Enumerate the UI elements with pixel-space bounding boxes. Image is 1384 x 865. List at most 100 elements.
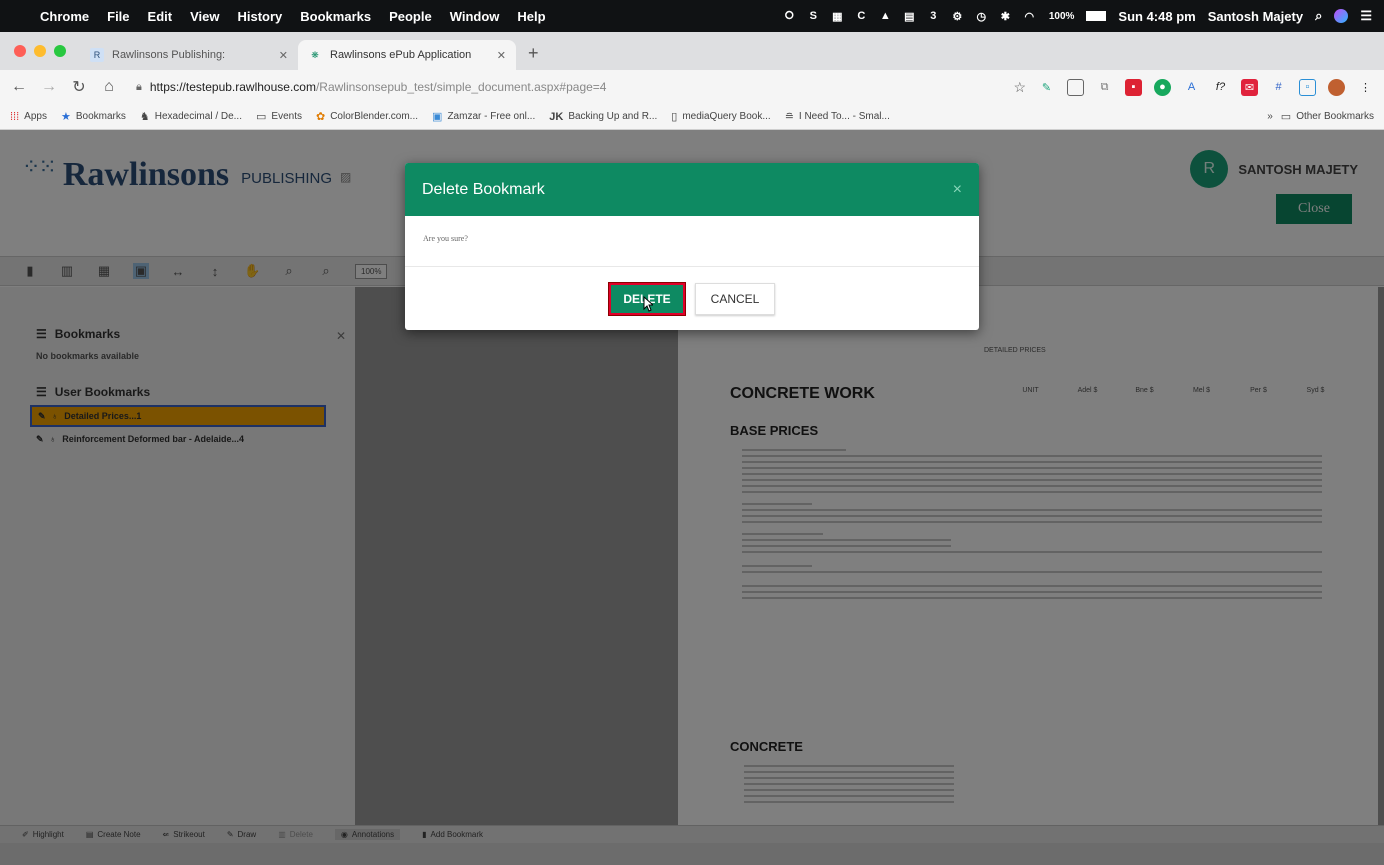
bookmark-label: Hexadecimal / De... bbox=[154, 111, 242, 122]
extension-paint-icon[interactable]: ✎ bbox=[1038, 79, 1055, 96]
bookmark-hexadecimal[interactable]: ♞ Hexadecimal / De... bbox=[140, 110, 242, 123]
browser-address-bar: ← → ↻ ⌂ 🔒︎ https://testepub.rawlhouse.co… bbox=[0, 70, 1384, 104]
url-input[interactable]: 🔒︎ https://testepub.rawlhouse.com/Rawlin… bbox=[130, 74, 1026, 100]
status-a-icon[interactable]: ▲ bbox=[878, 9, 893, 24]
menu-people[interactable]: People bbox=[389, 9, 432, 24]
bookmark-bookmarks[interactable]: ★ Bookmarks bbox=[61, 110, 126, 123]
bookmark-label: ColorBlender.com... bbox=[330, 111, 419, 122]
bookmark-label: Events bbox=[271, 111, 302, 122]
bookmark-events[interactable]: ▭ Events bbox=[256, 110, 302, 123]
menu-bookmarks[interactable]: Bookmarks bbox=[300, 9, 371, 24]
dialog-header: Delete Bookmark × bbox=[405, 163, 979, 216]
bookmark-star-icon[interactable]: ☆ bbox=[1013, 79, 1026, 96]
folder-icon: ▭ bbox=[1280, 111, 1292, 123]
url-path: /Rawlinsonsepub_test/simple_document.asp… bbox=[315, 80, 607, 94]
home-icon[interactable]: ⌂ bbox=[100, 78, 118, 96]
chrome-menu-icon[interactable]: ⋮ bbox=[1357, 79, 1374, 96]
time-machine-icon[interactable]: ◷ bbox=[974, 9, 989, 24]
apps-grid-icon: ⁞⁞⁞ bbox=[10, 110, 20, 123]
tab-rawlinsons-publishing[interactable]: R Rawlinsons Publishing: ✕ bbox=[80, 40, 298, 70]
site-icon: ≘ bbox=[784, 111, 794, 123]
tab-label: Rawlinsons Publishing: bbox=[112, 49, 226, 61]
reload-icon[interactable]: ↻ bbox=[70, 77, 88, 97]
tab-rawlinsons-epub[interactable]: ❋ Rawlinsons ePub Application ✕ bbox=[298, 40, 516, 70]
bookmark-colorblender[interactable]: ✿ ColorBlender.com... bbox=[316, 110, 418, 123]
dialog-close-icon[interactable]: × bbox=[953, 181, 962, 199]
minimize-window-button[interactable] bbox=[34, 45, 46, 57]
status-circle-icon[interactable]: ⭘ bbox=[782, 9, 797, 24]
extension-icons: ✎ ⧉ ▪ ● A f? ✉ # ▫ ⋮ bbox=[1038, 78, 1374, 96]
bookmark-i-need-to[interactable]: ≘ I Need To... - Smal... bbox=[785, 110, 890, 123]
bookmark-backing-up[interactable]: JK Backing Up and R... bbox=[549, 111, 657, 123]
zoom-window-button[interactable] bbox=[54, 45, 66, 57]
window-controls bbox=[0, 45, 80, 70]
battery-percent[interactable]: 100% bbox=[1049, 11, 1075, 22]
menu-help[interactable]: Help bbox=[517, 9, 545, 24]
extension-pdf-icon[interactable]: ✉ bbox=[1241, 78, 1258, 96]
bookmark-label: Bookmarks bbox=[75, 111, 126, 122]
tab-close-icon[interactable]: ✕ bbox=[279, 49, 288, 62]
tab-close-icon[interactable]: ✕ bbox=[497, 49, 506, 62]
bookmarks-bar: ⁞⁞⁞ Apps ★ Bookmarks ♞ Hexadecimal / De... … bbox=[0, 104, 1384, 130]
extension-hash-icon[interactable]: # bbox=[1270, 79, 1287, 96]
menu-history[interactable]: History bbox=[237, 9, 282, 24]
tab-label: Rawlinsons ePub Application bbox=[330, 49, 472, 61]
bookmark-mediaquery[interactable]: ▯ mediaQuery Book... bbox=[671, 110, 770, 123]
menu-view[interactable]: View bbox=[190, 9, 219, 24]
bookmark-label: I Need To... - Smal... bbox=[798, 111, 890, 122]
menu-chrome[interactable]: Chrome bbox=[40, 9, 89, 24]
bookmark-zamzar[interactable]: ▣ Zamzar - Free onl... bbox=[432, 110, 535, 123]
delete-bookmark-dialog: Delete Bookmark × Are you sure? DELETE C… bbox=[405, 163, 979, 330]
bookmark-apps[interactable]: ⁞⁞⁞ Apps bbox=[10, 111, 47, 123]
extension-a-icon[interactable]: A bbox=[1183, 79, 1200, 96]
status-c-icon[interactable]: C bbox=[854, 9, 869, 24]
menu-file[interactable]: File bbox=[107, 9, 129, 24]
page-viewport: ⁘⁙ Rawlinsons PUBLISHING ▨ R SANTOSH MAJ… bbox=[0, 130, 1384, 865]
extension-green-icon[interactable]: ● bbox=[1154, 78, 1171, 96]
rawlinsons-favicon-icon: R bbox=[90, 48, 104, 62]
lock-icon[interactable]: 🔒︎ bbox=[136, 81, 142, 94]
back-arrow-icon[interactable]: ← bbox=[10, 78, 28, 96]
other-bookmarks[interactable]: ▭ Other Bookmarks bbox=[1281, 110, 1374, 123]
status-grid-icon[interactable]: ▦ bbox=[830, 9, 845, 24]
browser-tab-strip: R Rawlinsons Publishing: ✕ ❋ Rawlinsons … bbox=[0, 32, 1384, 70]
menu-edit[interactable]: Edit bbox=[148, 9, 173, 24]
cancel-button[interactable]: CANCEL bbox=[695, 282, 775, 315]
status-keyboard-icon[interactable]: ▤ bbox=[902, 9, 917, 24]
zamzar-icon: ▣ bbox=[432, 111, 443, 123]
extension-cast-icon[interactable] bbox=[1067, 78, 1084, 96]
more-bookmarks-button[interactable]: » bbox=[1267, 111, 1273, 122]
dialog-title: Delete Bookmark bbox=[422, 180, 545, 198]
status-3-icon[interactable]: 3 bbox=[926, 9, 941, 24]
extension-red-icon[interactable]: ▪ bbox=[1125, 78, 1142, 96]
page-icon: ▯ bbox=[671, 111, 678, 123]
menu-window[interactable]: Window bbox=[450, 9, 500, 24]
profile-avatar[interactable] bbox=[1328, 78, 1345, 96]
bookmark-label: Apps bbox=[24, 111, 47, 122]
delete-button[interactable]: DELETE bbox=[608, 281, 686, 316]
forward-arrow-icon[interactable]: → bbox=[40, 78, 58, 96]
dialog-message: Are you sure? bbox=[405, 216, 979, 267]
colorblender-icon: ✿ bbox=[315, 111, 326, 123]
status-gear-icon[interactable]: ⚙ bbox=[950, 9, 965, 24]
bluetooth-icon[interactable]: ✱ bbox=[998, 9, 1013, 24]
extension-window-icon[interactable]: ▫ bbox=[1299, 78, 1316, 96]
notification-center-icon[interactable]: ☰ bbox=[1360, 8, 1372, 24]
epub-favicon-icon: ❋ bbox=[311, 49, 319, 60]
menubar-user[interactable]: Santosh Majety bbox=[1208, 9, 1303, 24]
bookmark-label: mediaQuery Book... bbox=[682, 111, 771, 122]
folder-icon: ▭ bbox=[256, 111, 267, 123]
extension-copy-icon[interactable]: ⧉ bbox=[1096, 79, 1113, 96]
extension-font-icon[interactable]: f? bbox=[1212, 79, 1229, 96]
wifi-icon[interactable]: ◠ bbox=[1022, 9, 1037, 24]
battery-icon[interactable] bbox=[1086, 11, 1107, 21]
mac-menu-bar: Chrome File Edit View History Bookmarks … bbox=[0, 0, 1384, 32]
new-tab-button[interactable]: + bbox=[516, 43, 551, 70]
spotlight-search-icon[interactable]: ⌕ bbox=[1315, 8, 1322, 24]
clock[interactable]: Sun 4:48 pm bbox=[1118, 9, 1195, 24]
bookmark-label: Backing Up and R... bbox=[568, 111, 658, 122]
siri-icon[interactable] bbox=[1334, 9, 1349, 23]
status-s-icon[interactable]: S bbox=[806, 9, 821, 24]
close-window-button[interactable] bbox=[14, 45, 26, 57]
bookmark-label: Zamzar - Free onl... bbox=[447, 111, 536, 122]
